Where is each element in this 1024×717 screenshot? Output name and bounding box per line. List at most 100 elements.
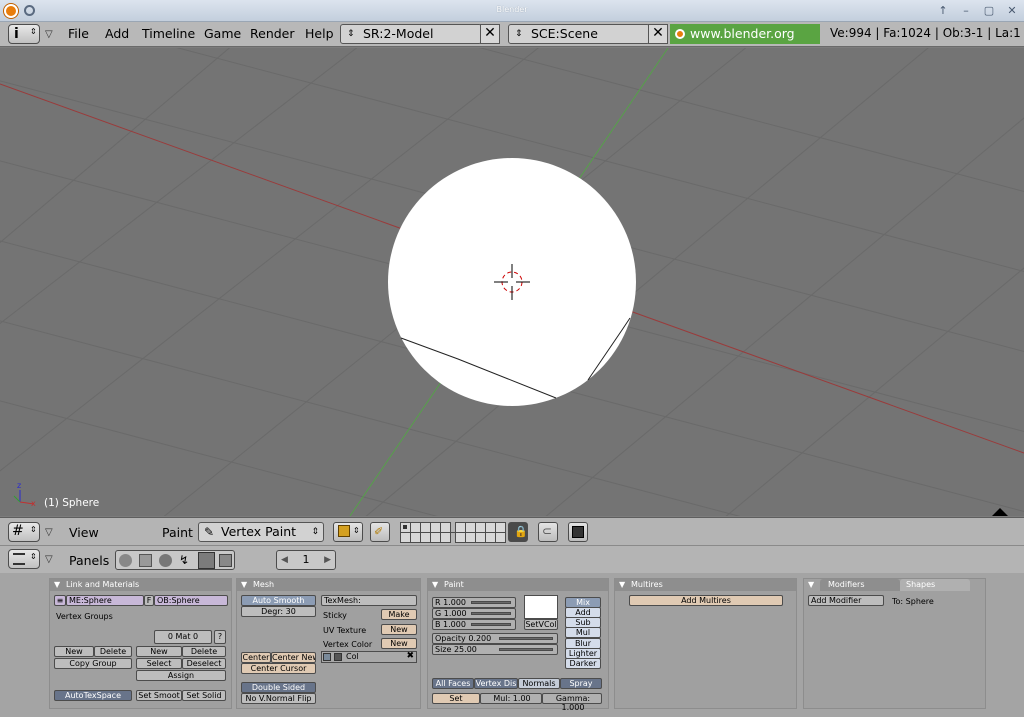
material-assign-button[interactable]: Assign xyxy=(136,670,226,681)
menu-view[interactable]: View xyxy=(69,525,99,540)
gamma-slider[interactable]: Gamma: 1.000 xyxy=(542,693,602,712)
double-sided-toggle[interactable]: Double Sided xyxy=(241,682,316,693)
render-view-button[interactable] xyxy=(568,522,588,542)
size-slider[interactable]: Size 25.00 xyxy=(432,644,558,655)
panel-header[interactable]: ▼ Multires xyxy=(615,579,796,591)
panel-header[interactable]: ▼ Mesh xyxy=(237,579,420,591)
face-select-button[interactable]: ✐ xyxy=(370,522,390,542)
material-delete-button[interactable]: Delete xyxy=(182,646,226,657)
shading-context-icon[interactable] xyxy=(159,554,172,567)
material-index-counter[interactable]: 0 Mat 0 xyxy=(154,630,212,644)
delete-screen-button[interactable]: ✕ xyxy=(480,24,500,44)
active-layer-icon[interactable] xyxy=(334,653,342,661)
collapse-triangle-icon[interactable]: ▼ xyxy=(808,579,814,591)
add-modifier-button[interactable]: Add Modifier xyxy=(808,595,884,606)
material-deselect-button[interactable]: Deselect xyxy=(182,658,226,669)
keep-above-icon[interactable]: ↑ xyxy=(935,3,951,19)
vertex-color-layer-row[interactable]: Col ✖ xyxy=(321,651,417,663)
center-new-button[interactable]: Center New xyxy=(271,652,316,663)
material-new-button[interactable]: New xyxy=(136,646,182,657)
paint-mode-mul[interactable]: Mul xyxy=(565,627,601,638)
script-context-icon[interactable] xyxy=(139,554,152,567)
logic-context-icon[interactable] xyxy=(119,554,132,567)
blue-slider[interactable]: B 1.000 xyxy=(432,619,516,630)
collapse-menu-icon[interactable]: ▽ xyxy=(45,527,53,538)
frame-counter[interactable]: ◀ 1 ▶ xyxy=(276,550,336,570)
3d-viewport[interactable]: z x (1) Sphere xyxy=(0,48,1024,516)
vgroup-new-button[interactable]: New xyxy=(54,646,94,657)
collapse-triangle-icon[interactable]: ▼ xyxy=(619,579,625,591)
sticky-make-button[interactable]: Make xyxy=(381,609,417,620)
tab-modifiers[interactable]: Modifiers xyxy=(820,579,900,591)
vertex-color-new-button[interactable]: New xyxy=(381,638,417,649)
mul-slider[interactable]: Mul: 1.00 xyxy=(480,693,542,704)
mesh-browse-button[interactable]: ≡ xyxy=(54,595,66,606)
mode-selector[interactable]: ✎ Vertex Paint ⇕ xyxy=(198,522,324,542)
resize-corner-icon[interactable] xyxy=(992,508,1008,516)
no-vnormal-flip-toggle[interactable]: No V.Normal Flip xyxy=(241,693,316,704)
center-cursor-button[interactable]: Center Cursor xyxy=(241,663,316,674)
delete-scene-button[interactable]: ✕ xyxy=(648,24,668,44)
collapse-triangle-icon[interactable]: ▼ xyxy=(241,579,247,591)
close-icon[interactable]: ✕ xyxy=(1004,3,1020,19)
editor-type-button[interactable]: ⇕ xyxy=(8,549,40,569)
vgroup-delete-button[interactable]: Delete xyxy=(94,646,132,657)
autotexspace-toggle[interactable]: AutoTexSpace xyxy=(54,690,132,701)
tab-shapes[interactable]: Shapes xyxy=(900,579,970,591)
menu-help[interactable]: Help xyxy=(305,26,334,41)
viewport-canvas[interactable] xyxy=(0,48,1024,516)
editor-type-button[interactable]: # ⇕ xyxy=(8,522,40,542)
set-solid-button[interactable]: Set Solid xyxy=(182,690,226,701)
fake-user-button[interactable]: F xyxy=(144,595,154,606)
sphere-object[interactable] xyxy=(388,158,636,406)
red-slider[interactable]: R 1.000 xyxy=(432,597,516,608)
collapse-menu-icon[interactable]: ▽ xyxy=(45,554,53,565)
vertex-dist-toggle[interactable]: Vertex Dis xyxy=(474,678,518,689)
paint-mode-darker[interactable]: Darker xyxy=(565,658,601,669)
normals-toggle[interactable]: Normals xyxy=(518,678,560,689)
material-select-button[interactable]: Select xyxy=(136,658,182,669)
editor-type-button[interactable]: i ⇕ xyxy=(8,24,40,44)
menu-file[interactable]: File xyxy=(68,26,89,41)
center-button[interactable]: Center xyxy=(241,652,271,663)
lock-layers-button[interactable]: 🔒 xyxy=(508,522,528,542)
auto-smooth-degree-field[interactable]: Degr: 30 xyxy=(241,606,316,617)
mesh-name-field[interactable]: ME:Sphere xyxy=(66,595,144,606)
chevron-right-icon[interactable]: ▶ xyxy=(324,551,331,569)
layer-buttons[interactable] xyxy=(400,522,506,543)
object-context-icon[interactable]: ↯ xyxy=(179,553,189,567)
setvcol-button[interactable]: SetVCol xyxy=(524,619,558,630)
scene-context-icon[interactable] xyxy=(219,554,232,567)
render-layer-icon[interactable] xyxy=(323,653,331,661)
opacity-slider[interactable]: Opacity 0.200 xyxy=(432,633,558,644)
minimize-icon[interactable]: – xyxy=(958,3,974,19)
scene-selector[interactable]: ⇕ SCE:Scene xyxy=(508,24,650,44)
panel-header[interactable]: ▼ Link and Materials xyxy=(50,579,231,591)
collapse-triangle-icon[interactable]: ▼ xyxy=(432,579,438,591)
menu-game[interactable]: Game xyxy=(204,26,241,41)
texmesh-field[interactable]: TexMesh: xyxy=(321,595,417,606)
menu-render[interactable]: Render xyxy=(250,26,295,41)
copy-group-button[interactable]: Copy Group xyxy=(54,658,132,669)
maximize-icon[interactable]: ▢ xyxy=(981,3,997,19)
color-swatch[interactable] xyxy=(524,595,558,619)
collapse-menu-icon[interactable]: ▽ xyxy=(45,29,53,40)
screen-selector[interactable]: ⇕ SR:2-Model xyxy=(340,24,482,44)
add-multires-button[interactable]: Add Multires xyxy=(629,595,783,606)
auto-smooth-toggle[interactable]: Auto Smooth xyxy=(241,595,316,606)
menu-add[interactable]: Add xyxy=(105,26,129,41)
snap-button[interactable]: ⊂ xyxy=(538,522,558,542)
menu-timeline[interactable]: Timeline xyxy=(142,26,195,41)
object-name-field[interactable]: OB:Sphere xyxy=(154,595,228,606)
draw-type-button[interactable]: ⇕ xyxy=(333,522,363,542)
set-smooth-button[interactable]: Set Smoot xyxy=(136,690,182,701)
all-faces-toggle[interactable]: All Faces xyxy=(432,678,474,689)
context-tabs[interactable]: ↯ xyxy=(115,550,235,570)
editing-context-icon[interactable] xyxy=(198,552,215,569)
material-help-button[interactable]: ? xyxy=(214,630,226,644)
remove-layer-icon[interactable]: ✖ xyxy=(406,651,414,661)
uv-texture-new-button[interactable]: New xyxy=(381,624,417,635)
set-button[interactable]: Set xyxy=(432,693,480,704)
collapse-triangle-icon[interactable]: ▼ xyxy=(54,579,60,591)
green-slider[interactable]: G 1.000 xyxy=(432,608,516,619)
